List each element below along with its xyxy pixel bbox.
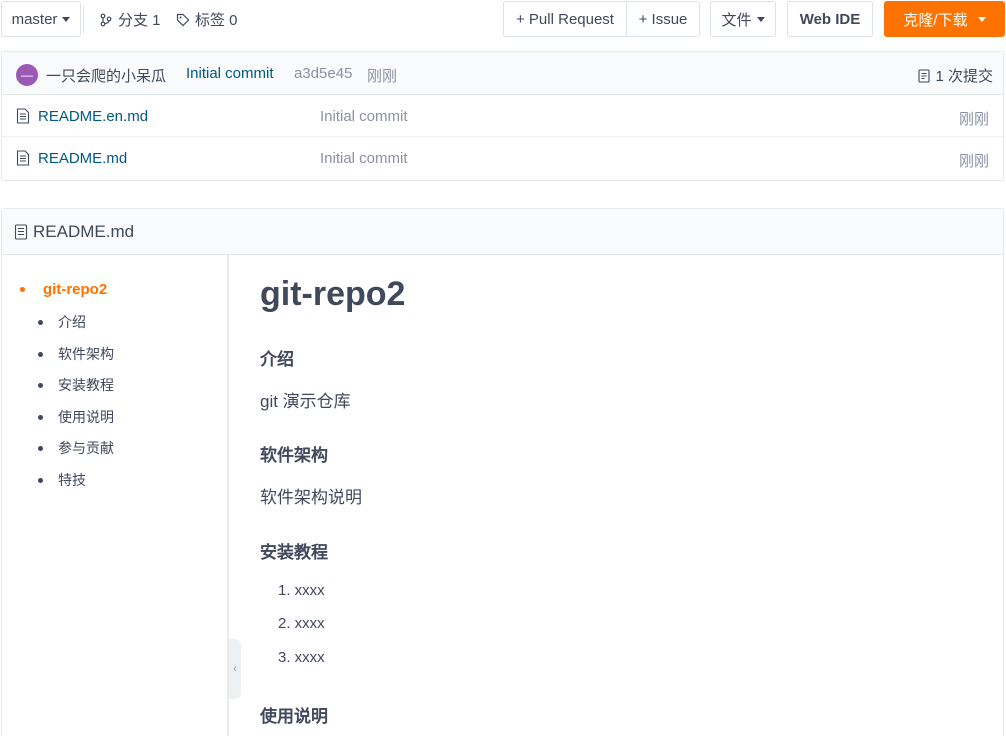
toc-item-label: 参与贡献 [58, 440, 114, 456]
intro-text: git 演示仓库 [260, 392, 351, 411]
file-commit-message[interactable]: Initial commit [320, 150, 408, 167]
clone-download-button[interactable]: 克隆/下载 [884, 1, 1005, 37]
commit-time: 刚刚 [367, 68, 398, 85]
file-commit-time: 刚刚 [958, 111, 989, 128]
toc-item[interactable]: 软件架构 [38, 344, 114, 364]
file-commit-time: 刚刚 [958, 153, 989, 170]
commit-author[interactable]: 一只会爬的小呆瓜 [46, 65, 166, 86]
branch-select-label: master [11, 10, 58, 28]
bullet-icon [38, 351, 43, 357]
section-heading-architecture: 软件架构 [260, 446, 328, 465]
branches-link[interactable]: 分支 1 [99, 9, 161, 30]
file-icon [16, 108, 30, 124]
section-heading-usage: 使用说明 [260, 707, 328, 726]
toc-item[interactable]: 参与贡献 [38, 438, 114, 458]
bullet-icon [20, 287, 25, 292]
file-list-panel: — 一只会爬的小呆瓜 Initial commit a3d5e45 刚刚 1 次… [1, 51, 1004, 181]
section-heading-intro: 介绍 [260, 350, 294, 369]
chevron-left-icon: ‹ [233, 663, 237, 675]
toc-item[interactable]: 使用说明 [38, 407, 114, 427]
bullet-icon [38, 414, 43, 420]
readme-heading: git-repo2 [260, 275, 406, 313]
file-name-link[interactable]: README.en.md [38, 108, 148, 125]
file-icon [16, 150, 30, 166]
issue-button[interactable]: + Issue [627, 2, 699, 36]
toc-item[interactable]: 安装教程 [38, 375, 114, 395]
readme-file-icon [14, 224, 28, 240]
toc-item[interactable]: 介绍 [38, 312, 86, 332]
chevron-down-icon [756, 16, 765, 22]
toc-item-label: 使用说明 [58, 409, 114, 425]
avatar[interactable]: — [16, 64, 38, 86]
chevron-down-icon [62, 16, 71, 22]
install-step: 1. xxxx [278, 582, 325, 599]
architecture-text: 软件架构说明 [260, 488, 362, 507]
pull-request-button[interactable]: + Pull Request [504, 2, 627, 36]
install-step: 2. xxxx [278, 615, 325, 632]
readme-toc: git-repo2 介绍 软件架构 安装教程 使用说明 参与贡献 特技 [2, 255, 229, 736]
chevron-down-icon [977, 16, 986, 22]
bullet-icon [38, 445, 43, 451]
commit-sha-link[interactable]: a3d5e45 [294, 65, 352, 82]
commit-message-link[interactable]: Initial commit [186, 65, 274, 82]
readme-title-label: README.md [33, 222, 135, 241]
file-menu-label: 文件 [721, 11, 752, 29]
toc-item-label: 安装教程 [58, 377, 114, 393]
toc-item-main[interactable]: git-repo2 [20, 281, 107, 298]
commit-history-icon [918, 68, 931, 83]
pr-issue-group: + Pull Request + Issue [503, 1, 700, 37]
commit-count-label: 1 次提交 [935, 68, 993, 85]
tags-link[interactable]: 标签 0 [176, 9, 238, 30]
section-heading-install: 安装教程 [260, 543, 328, 562]
divider [83, 5, 84, 33]
branch-select[interactable]: master [1, 1, 81, 37]
branch-icon [100, 13, 112, 26]
install-step: 3. xxxx [278, 649, 325, 666]
toc-item-label: 特技 [58, 472, 86, 488]
commit-count-link[interactable]: 1 次提交 [918, 65, 993, 86]
toc-collapse-handle[interactable]: ‹ [229, 639, 241, 699]
file-commit-message[interactable]: Initial commit [320, 108, 408, 125]
bullet-icon [38, 319, 43, 325]
readme-header: README.md [2, 209, 1003, 255]
file-name-link[interactable]: README.md [38, 150, 127, 167]
file-row[interactable]: README.en.md Initial commit 刚刚 [2, 95, 1003, 137]
readme-title: README.md [14, 222, 134, 242]
toc-item-label: git-repo2 [43, 281, 108, 298]
repo-toolbar: master 分支 1 标签 0 + Pull Request + Issue … [0, 0, 1006, 38]
toc-item[interactable]: 特技 [38, 470, 86, 490]
bullet-icon [38, 382, 43, 388]
file-menu-button[interactable]: 文件 [710, 1, 776, 37]
toc-item-label: 软件架构 [58, 346, 114, 362]
tag-icon [176, 13, 190, 26]
toc-item-label: 介绍 [58, 314, 86, 330]
bullet-icon [38, 477, 43, 483]
latest-commit-bar: — 一只会爬的小呆瓜 Initial commit a3d5e45 刚刚 1 次… [2, 52, 1003, 95]
web-ide-button[interactable]: Web IDE [787, 1, 873, 37]
tags-label: 标签 0 [195, 12, 238, 29]
branches-label: 分支 1 [118, 12, 161, 29]
file-row[interactable]: README.md Initial commit 刚刚 [2, 137, 1003, 179]
clone-download-label: 克隆/下载 [903, 11, 968, 29]
readme-panel: README.md git-repo2 介绍 软件架构 安装教程 使用说明 参与… [1, 208, 1004, 736]
